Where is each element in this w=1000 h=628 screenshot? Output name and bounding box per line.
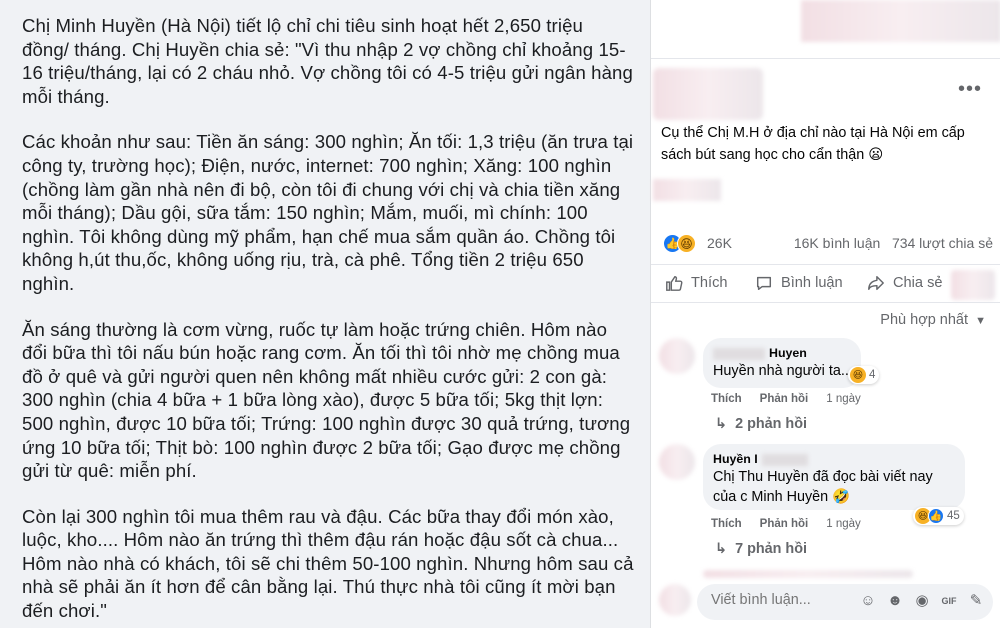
comment-item: Huyen Huyền nhà người ta.. 😆 4 Thích Phả… <box>659 338 999 438</box>
reaction-count[interactable]: 26K <box>707 235 732 251</box>
comment-reactions[interactable]: 😆 4 <box>848 366 880 384</box>
camera-icon[interactable]: ◉ <box>913 592 931 610</box>
emoji-icon[interactable]: ☻ <box>886 592 904 610</box>
sort-label: Phù hợp nhất <box>880 312 969 328</box>
comment-input[interactable] <box>711 592 831 608</box>
post-paragraph-2: Các khoản như sau: Tiền ăn sáng: 300 ngh… <box>22 131 634 294</box>
blurred-header <box>801 0 1000 42</box>
avatar[interactable] <box>659 338 695 374</box>
comment-time[interactable]: 1 ngày <box>826 518 861 530</box>
more-options-button[interactable]: ••• <box>958 78 982 101</box>
comment-item: Huyền I Chị Thu Huyền đã đọc bài viết na… <box>659 444 999 564</box>
blurred-avatar <box>951 270 995 300</box>
like-label: Thích <box>691 275 728 291</box>
comment-author[interactable]: Huyen <box>713 346 849 361</box>
comment-meta: Thích Phản hồi 1 ngày <box>711 518 861 530</box>
blurred-name <box>761 453 808 466</box>
comment-author[interactable]: Huyền I <box>713 452 953 467</box>
divider <box>651 58 1000 59</box>
blurred-author <box>653 68 763 120</box>
composer-icons: ☺ ☻ ◉ GIF ✎ <box>859 592 985 610</box>
post-actions: Thích Bình luận Chia sẻ <box>651 270 1000 300</box>
avatar <box>659 584 691 616</box>
reactions-row[interactable]: 👍 😆 26K 16K bình luận 734 lượt chia sẻ <box>663 234 993 254</box>
comment-bubble: Huyen Huyền nhà người ta.. <box>703 338 861 388</box>
post-caption: Cụ thể Chị M.H ở địa chỉ nào tại Hà Nội … <box>661 125 965 163</box>
post-image: Chị Minh Huyền (Hà Nội) tiết lộ chỉ chi … <box>0 0 650 628</box>
share-label: Chia sẻ <box>893 275 943 291</box>
avatar[interactable] <box>659 444 695 480</box>
thumbs-up-icon <box>666 275 683 291</box>
divider <box>651 302 1000 303</box>
chevron-down-icon: ▼ <box>972 315 986 327</box>
gif-icon[interactable]: GIF <box>940 592 958 610</box>
comment-text: Chị Thu Huyền đã đọc bài viết nay của c … <box>713 469 933 505</box>
share-count[interactable]: 734 lượt chia sẻ <box>892 235 993 251</box>
post-paragraph-4: Còn lại 300 nghìn tôi mua thêm rau và đậ… <box>22 505 634 622</box>
haha-reaction-icon: 😆 <box>677 234 696 253</box>
share-button[interactable]: Chia sẻ <box>867 274 942 292</box>
view-replies-link[interactable]: ↳ 7 phản hồi <box>715 541 807 557</box>
share-icon <box>868 275 884 291</box>
like-reaction-icon: 👍 <box>928 508 944 524</box>
comment-composer[interactable]: ☺ ☻ ◉ GIF ✎ <box>697 584 993 620</box>
reply-arrow-icon: ↳ <box>715 541 728 557</box>
comment-sort-dropdown[interactable]: Phù hợp nhất ▼ <box>880 312 986 328</box>
comment-like-link[interactable]: Thích <box>711 393 742 405</box>
post-paragraph-1: Chị Minh Huyền (Hà Nội) tiết lộ chỉ chi … <box>22 15 633 107</box>
reply-arrow-icon: ↳ <box>715 416 728 432</box>
comment-reactions[interactable]: 😆 👍 45 <box>913 507 964 525</box>
blurred-content <box>653 179 721 201</box>
sticker-icon[interactable]: ✎ <box>967 592 985 610</box>
comment-label: Bình luận <box>781 275 843 291</box>
comment-count[interactable]: 16K bình luận <box>794 235 880 251</box>
comment-icon <box>756 276 772 291</box>
view-replies-link[interactable]: ↳ 2 phản hồi <box>715 416 807 432</box>
like-button[interactable]: Thích <box>665 274 728 292</box>
divider <box>651 264 1000 265</box>
facebook-post-panel: ••• Cụ thể Chị M.H ở địa chỉ nào tại Hà … <box>650 0 1000 628</box>
comment-like-link[interactable]: Thích <box>711 518 742 530</box>
blurred-comment <box>703 570 913 578</box>
avatar-sticker-icon[interactable]: ☺ <box>859 592 877 610</box>
haha-reaction-icon: 😆 <box>850 367 866 383</box>
comment-bubble: Huyền I Chị Thu Huyền đã đọc bài viết na… <box>703 444 965 510</box>
comment-reply-link[interactable]: Phản hồi <box>760 393 809 405</box>
comment-button[interactable]: Bình luận <box>755 274 843 292</box>
post-text: Chị Minh Huyền (Hà Nội) tiết lộ chỉ chi … <box>22 14 634 628</box>
reaction-icons: 👍 😆 <box>663 234 703 254</box>
comment-text: Huyền nhà người ta.. <box>713 363 849 379</box>
post-paragraph-3: Ăn sáng thường là cơm vừng, ruốc tự làm … <box>22 318 631 482</box>
comment-time[interactable]: 1 ngày <box>826 393 861 405</box>
post-stats[interactable]: 16K bình luận 734 lượt chia sẻ <box>794 235 993 251</box>
comment-meta: Thích Phản hồi 1 ngày <box>711 393 861 405</box>
blurred-name <box>713 347 765 360</box>
comment-reply-link[interactable]: Phản hồi <box>760 518 809 530</box>
